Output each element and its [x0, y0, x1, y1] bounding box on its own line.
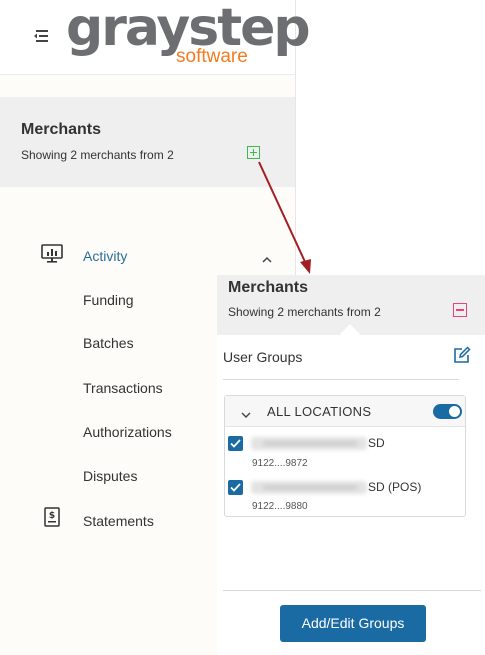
minus-square-icon[interactable] [453, 303, 467, 317]
nav-activity[interactable]: Activity [83, 248, 127, 264]
popup-header: Merchants Showing 2 merchants from 2 [217, 275, 485, 344]
screenshot-root: graystep software Merchants Showing 2 me… [0, 0, 485, 655]
location-name-redacted [251, 481, 367, 494]
nav-transactions[interactable]: Transactions [83, 380, 163, 396]
all-locations-label: ALL LOCATIONS [267, 404, 372, 419]
location-checkbox[interactable] [228, 436, 243, 451]
nav-disputes[interactable]: Disputes [83, 468, 137, 484]
divider [223, 590, 481, 591]
menu-collapse-icon[interactable] [30, 26, 52, 46]
divider [223, 379, 459, 380]
nav-statements[interactable]: Statements [83, 513, 154, 529]
merchants-popup: Merchants Showing 2 merchants from 2 Use… [217, 275, 485, 655]
toggle-knob [449, 406, 460, 417]
nav-funding[interactable]: Funding [83, 292, 134, 308]
location-name-suffix: SD [368, 436, 385, 450]
locations-box: ALL LOCATIONS SD 9122....9872 SD (POS) 9… [224, 395, 466, 517]
location-name-suffix: SD (POS) [368, 480, 422, 494]
all-locations-header: ALL LOCATIONS [225, 396, 465, 427]
merchant-panel: Merchants Showing 2 merchants from 2 [0, 97, 295, 187]
graystep-logo: graystep software [66, 0, 311, 70]
popup-merchants-subtitle: Showing 2 merchants from 2 [228, 305, 381, 319]
dollar-document-icon: $ [44, 507, 60, 532]
merchants-subtitle: Showing 2 merchants from 2 [21, 148, 174, 162]
top-bar: graystep software [0, 0, 311, 75]
merchants-title: Merchants [21, 121, 102, 138]
all-locations-toggle[interactable] [433, 404, 462, 419]
location-id: 9122....9880 [252, 501, 308, 512]
nav-authorizations[interactable]: Authorizations [83, 424, 172, 440]
edit-icon[interactable] [453, 346, 471, 364]
svg-text:$: $ [49, 511, 55, 521]
nav-batches[interactable]: Batches [83, 335, 134, 351]
popup-notch [340, 324, 360, 344]
add-edit-groups-button[interactable]: Add/Edit Groups [280, 605, 426, 642]
monitor-chart-icon [41, 244, 63, 269]
user-groups-label: User Groups [223, 349, 303, 365]
chevron-up-icon[interactable] [262, 251, 272, 263]
location-id: 9122....9872 [252, 458, 308, 469]
location-checkbox[interactable] [228, 480, 243, 495]
popup-merchants-title: Merchants [228, 279, 309, 296]
logo-sub-text: software [176, 46, 248, 67]
plus-square-icon[interactable] [247, 146, 260, 159]
location-name-redacted [251, 437, 367, 450]
chevron-down-icon[interactable] [241, 406, 251, 418]
